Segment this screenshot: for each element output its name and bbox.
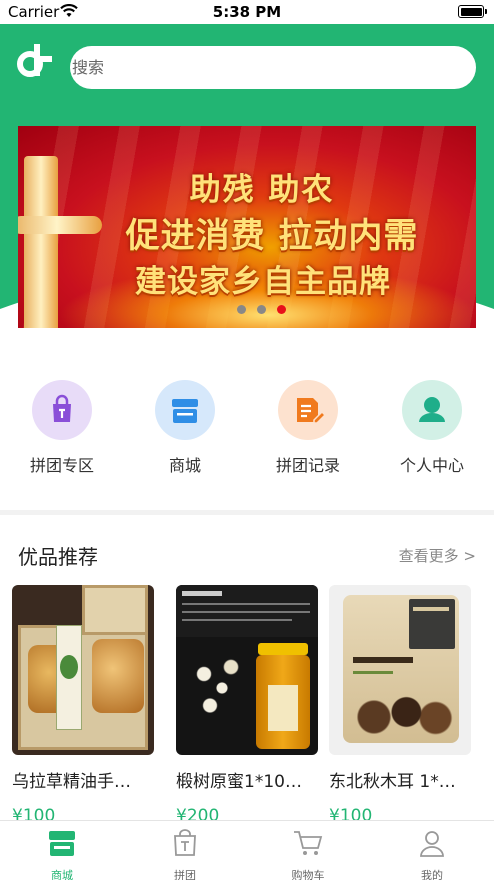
tab-mall[interactable]: 商城 bbox=[22, 829, 102, 880]
recommend-section: 优品推荐 查看更多 > 乌拉草精油手… ¥100 椴树原蜜1*10… ¥200 bbox=[0, 515, 494, 826]
tab-label: 购物车 bbox=[291, 869, 325, 880]
banner-line-2: 促进消费 拉动内需 bbox=[125, 216, 419, 256]
tab-group-buy[interactable]: 拼团 bbox=[145, 829, 225, 880]
store-icon bbox=[49, 831, 75, 856]
menu-item-group-buy[interactable]: 拼团专区 bbox=[12, 380, 112, 476]
shopping-bag-icon bbox=[174, 829, 196, 856]
product-image bbox=[329, 585, 471, 755]
user-icon bbox=[419, 397, 445, 422]
product-card[interactable]: 东北秋木耳 1*… ¥100 bbox=[329, 585, 471, 826]
promo-banner[interactable]: 助残 助农 促进消费 拉动内需 建设家乡自主品牌 bbox=[18, 126, 476, 328]
product-card[interactable]: 椴树原蜜1*10… ¥200 bbox=[176, 585, 318, 826]
menu-item-group-records[interactable]: 拼团记录 bbox=[258, 380, 358, 476]
menu-label: 拼团记录 bbox=[275, 456, 340, 475]
product-name: 椴树原蜜1*10… bbox=[176, 772, 302, 792]
banner-line-3: 建设家乡自主品牌 bbox=[135, 264, 391, 300]
tab-label: 我的 bbox=[421, 869, 443, 880]
search-bar[interactable] bbox=[70, 46, 476, 89]
store-icon bbox=[172, 399, 198, 423]
bottom-tab-bar: 商城 拼团 购物车 我的 bbox=[0, 820, 494, 880]
menu-icon-circle bbox=[402, 380, 462, 440]
pagination-dot[interactable] bbox=[237, 305, 246, 314]
banner-line-1: 助残 助农 bbox=[189, 172, 335, 208]
menu-label: 个人中心 bbox=[399, 456, 464, 475]
user-icon bbox=[420, 831, 444, 857]
menu-label: 拼团专区 bbox=[29, 456, 94, 475]
section-title: 优品推荐 bbox=[18, 545, 98, 569]
view-more-link[interactable]: 查看更多 > bbox=[399, 545, 476, 566]
menu-icon-circle bbox=[32, 380, 92, 440]
menu-icon-circle bbox=[278, 380, 338, 440]
product-card[interactable]: 乌拉草精油手… ¥100 bbox=[12, 585, 154, 826]
product-name: 乌拉草精油手… bbox=[12, 772, 131, 792]
product-image bbox=[176, 585, 318, 755]
pagination-dot-active[interactable] bbox=[277, 305, 286, 314]
menu-item-profile[interactable]: 个人中心 bbox=[382, 380, 482, 476]
product-image bbox=[12, 585, 154, 755]
banner-pagination[interactable] bbox=[237, 305, 297, 315]
clock: 5:38 PM bbox=[212, 3, 282, 21]
tab-label: 商城 bbox=[51, 869, 73, 880]
tab-cart[interactable]: 购物车 bbox=[268, 829, 348, 880]
app-logo-icon[interactable] bbox=[16, 42, 54, 80]
shopping-bag-icon bbox=[53, 394, 71, 422]
menu-item-mall[interactable]: 商城 bbox=[135, 380, 235, 476]
tab-label: 拼团 bbox=[174, 869, 196, 880]
menu-label: 商城 bbox=[168, 456, 201, 475]
battery-icon bbox=[458, 5, 487, 18]
status-bar: Carrier 5:38 PM bbox=[0, 0, 494, 24]
product-name: 东北秋木耳 1*… bbox=[329, 772, 456, 792]
search-input[interactable] bbox=[70, 46, 476, 89]
pagination-dot[interactable] bbox=[257, 305, 266, 314]
cart-icon bbox=[294, 831, 323, 855]
menu-icon-circle bbox=[155, 380, 215, 440]
document-edit-icon bbox=[297, 398, 327, 424]
quick-menu: 拼团专区 商城 拼团记录 个人中心 bbox=[0, 380, 494, 490]
tab-mine[interactable]: 我的 bbox=[392, 829, 472, 880]
